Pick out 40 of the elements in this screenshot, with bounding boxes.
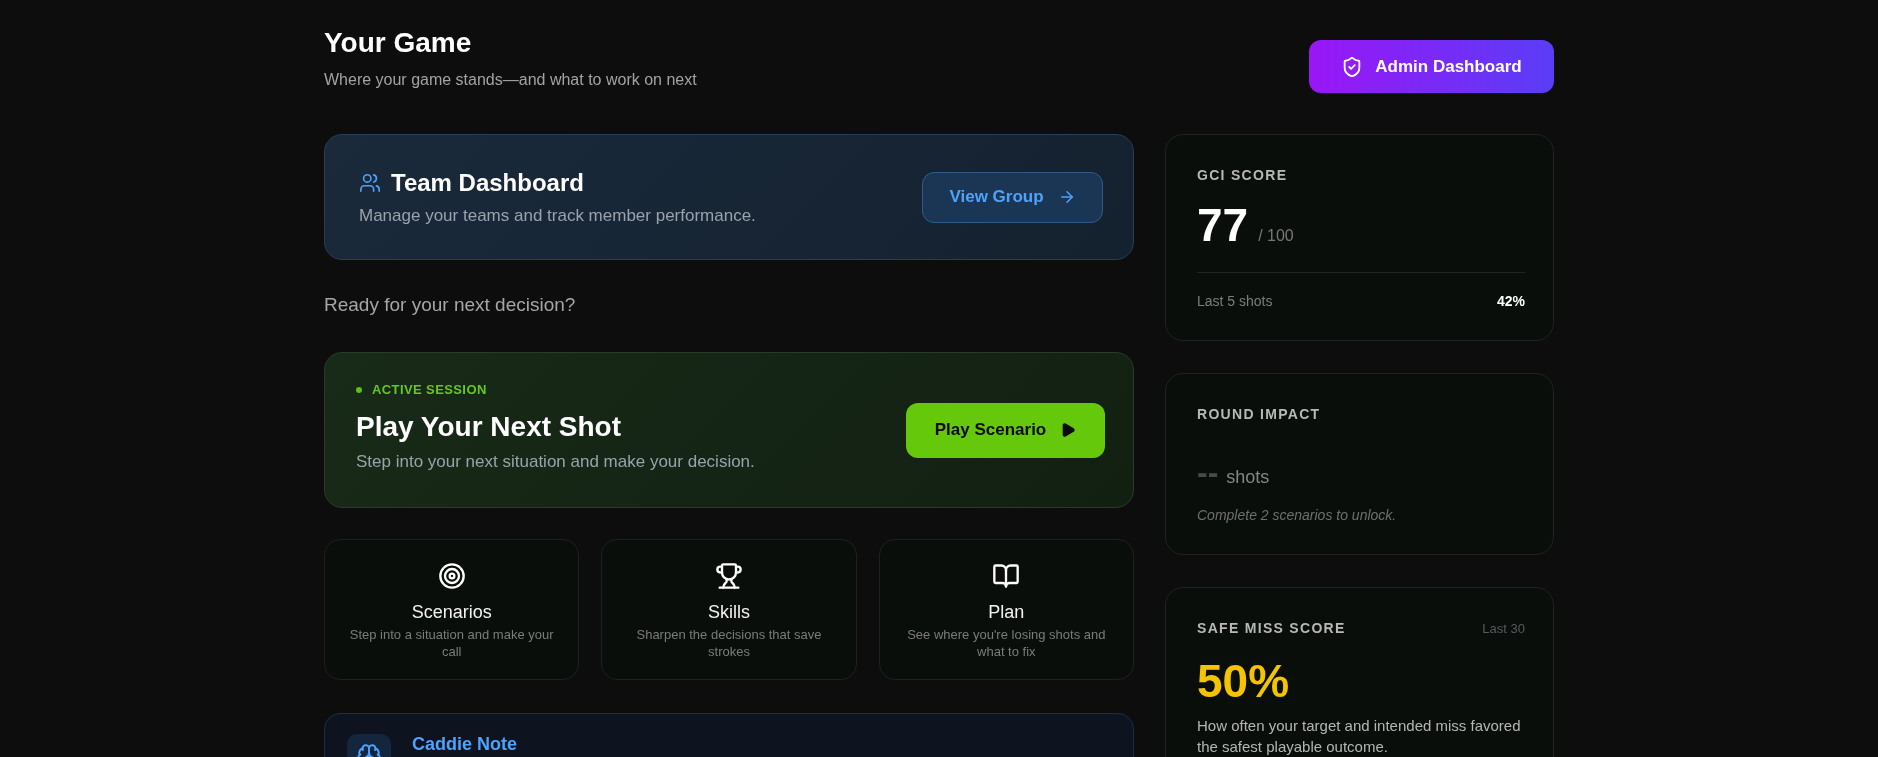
score-value: 77 [1197,200,1249,250]
nav-tile[interactable]: Skills Sharpen the decisions that save strokes [601,539,857,680]
status-label: ACTIVE SESSION [372,382,487,398]
play-scenario-button[interactable]: Play Scenario [906,402,1105,458]
value-unit: shots [1226,467,1270,488]
target-icon [437,562,466,590]
view-group-button[interactable]: View Group [922,171,1103,223]
status-dot-icon [356,387,362,393]
stat-label: ROUND IMPACT [1197,405,1321,424]
period-label: Last 30 [1482,620,1525,636]
tile-title: Scenarios [411,601,492,623]
play-icon [1060,422,1077,438]
stat-label: GCI SCORE [1197,166,1288,185]
page-title: Your Game [324,26,473,60]
tile-description: See where you're losing shots and what to fix [906,626,1107,660]
card-description: Step into your next situation and make your decision. [356,452,755,472]
stat-label: SAFE MISS SCORE [1197,619,1346,638]
card-title: Team Dashboard [391,168,584,198]
book-icon [992,562,1021,590]
tile-description: Step into a situation and make your call [349,626,555,660]
footer-value: 42% [1496,292,1525,310]
tile-title: Plan [988,601,1025,623]
score-max: / 100 [1258,227,1294,245]
card-description: Manage your teams and track member performance. [359,206,756,226]
prompt-text: Ready for your next decision? [324,293,577,317]
note-title: Caddie Note [412,734,517,754]
card-title: Play Your Next Shot [356,410,623,444]
nav-tile[interactable]: Scenarios Step into a situation and make your call [324,539,580,680]
unlock-note: Complete 2 scenarios to unlock. [1197,506,1398,524]
stat-description: How often your target and intended miss favored the safest playable outcome. [1197,716,1522,757]
nav-tile[interactable]: Plan See where you're losing shots and what to fix [878,539,1134,680]
page-subtitle: Where your game stands—and what to work on next [324,70,697,90]
users-icon [359,172,381,194]
empty-value: -- [1197,453,1219,492]
trophy-icon [715,562,743,590]
footer-label: Last 5 shots [1197,292,1273,310]
tile-title: Skills [708,601,750,623]
tile-description: Sharpen the decisions that save strokes [635,626,823,660]
percent-value: 50% [1197,655,1290,707]
admin-dashboard-button[interactable]: Admin Dashboard [1309,40,1554,93]
